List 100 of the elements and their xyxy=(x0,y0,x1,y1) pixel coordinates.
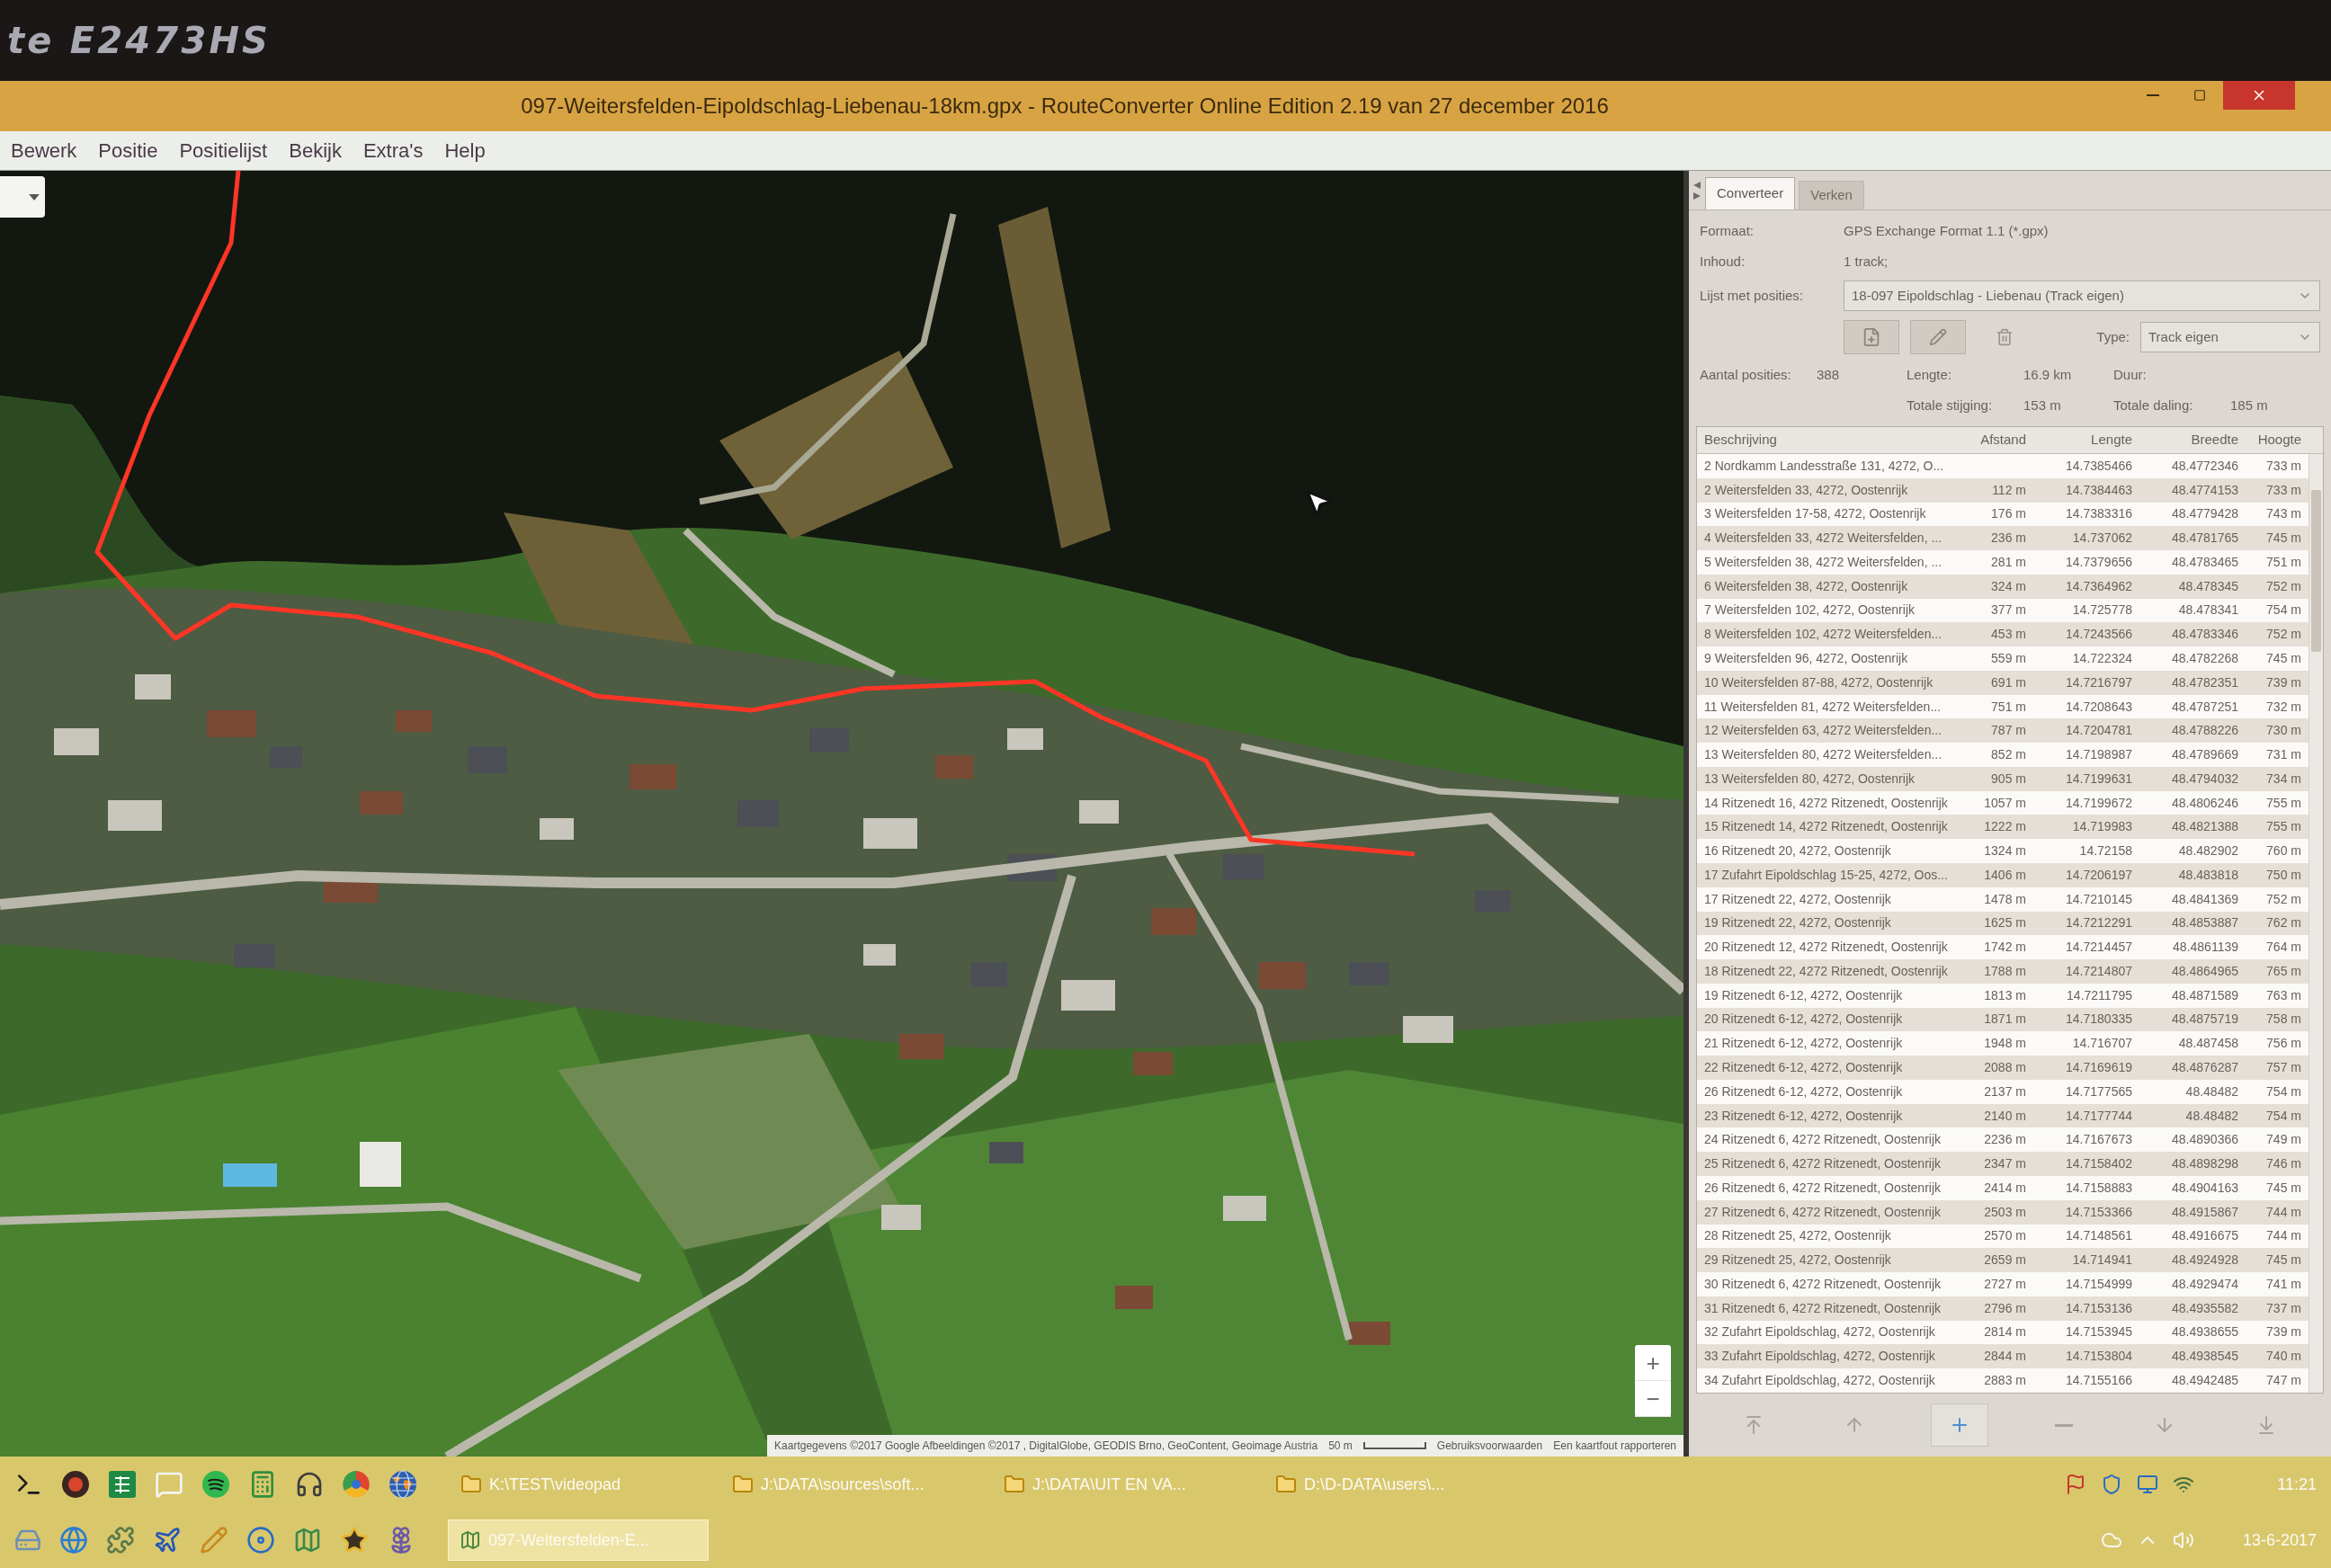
table-row[interactable]: 13 Weitersfelden 80, 4272, Oostenrijk 905 m 14.7199631 48.4794032 734 m xyxy=(1697,766,2309,791)
table-cell-text: 48.4935582 xyxy=(2171,1299,2238,1317)
table-row[interactable]: 25 Ritzenedt 6, 4272 Ritzenedt, Oostenrijk 2347 m 14.7158402 48.4898298 746 m xyxy=(1697,1152,2309,1176)
globe-icon[interactable] xyxy=(388,1470,417,1499)
chat-bubble-icon[interactable] xyxy=(155,1470,183,1499)
table-row[interactable]: 17 Zufahrt Eipoldschlag 15-25, 4272, Oos... 1406 m 14.7206197 48.483818 750 m xyxy=(1697,863,2309,887)
pencil-icon[interactable] xyxy=(200,1526,228,1555)
table-row[interactable]: 29 Ritzenedt 25, 4272, Oostenrijk 2659 m 14.714941 48.4924928 745 m xyxy=(1697,1248,2309,1273)
puzzle-icon[interactable] xyxy=(106,1526,135,1555)
table-cell-text: 2140 m xyxy=(1983,1107,2026,1125)
map-link[interactable]: Een kaartfout rapporteren xyxy=(1553,1438,1676,1454)
table-row[interactable]: 22 Ritzenedt 6-12, 4272, Oostenrijk 2088 m 14.7169619 48.4876287 757 m xyxy=(1697,1056,2309,1080)
table-row[interactable]: 19 Ritzenedt 22, 4272, Oostenrijk 1625 m 14.7212291 48.4853887 762 m xyxy=(1697,911,2309,936)
menu-item[interactable]: Positie xyxy=(87,131,169,170)
table-cell-text: 12 Weitersfelden 63, 4272 Weitersfelden... xyxy=(1704,722,1943,740)
table-cell-text: 17 Ritzenedt 22, 4272, Oostenrijk xyxy=(1704,890,1892,908)
rename-list-button[interactable] xyxy=(1910,320,1966,354)
table-row[interactable]: 31 Ritzenedt 6, 4272 Ritzenedt, Oostenrijk 2796 m 14.7153136 48.4935582 737 m xyxy=(1697,1296,2309,1321)
table-cell-text: 730 m xyxy=(2265,722,2301,740)
table-cell-text: 734 m xyxy=(2265,770,2301,788)
table-cell-text: 5 Weitersfelden 38, 4272 Weitersfelden, ... xyxy=(1704,553,1943,571)
table-cell-text: 559 m xyxy=(1990,650,2026,667)
table-cell-text: 25 Ritzenedt 6, 4272 Ritzenedt, Oostenrijk xyxy=(1704,1155,1942,1173)
column-header[interactable]: Breedte xyxy=(2139,430,2238,450)
table-cell-text: 32 Zufahrt Eipoldschlag, 4272, Oostenrijk xyxy=(1704,1323,1936,1341)
scrollbar-track[interactable] xyxy=(2309,454,2323,1393)
close-button[interactable] xyxy=(2223,81,2295,110)
map-icon[interactable] xyxy=(293,1526,322,1555)
type-dropdown[interactable]: Track eigen xyxy=(2140,322,2320,352)
star-icon[interactable] xyxy=(340,1526,369,1555)
table-cell-text: 787 m xyxy=(1990,722,2026,740)
spreadsheet-icon[interactable] xyxy=(108,1470,137,1499)
menu-item[interactable]: Extra's xyxy=(352,131,434,170)
shield-icon[interactable] xyxy=(2101,1474,2122,1495)
zoom-in-button[interactable]: + xyxy=(1635,1345,1671,1381)
table-cell-text: 17 Zufahrt Eipoldschlag 15-25, 4272, Oos... xyxy=(1704,866,1949,884)
table-row[interactable]: 8 Weitersfelden 102, 4272 Weitersfelden... 453 m 14.7243566 48.4783346 752 m xyxy=(1697,622,2309,647)
table-row[interactable]: 10 Weitersfelden 87-88, 4272, Oostenrijk 691 m 14.7216797 48.4782351 739 m xyxy=(1697,670,2309,695)
sound-waves-icon[interactable] xyxy=(201,1470,230,1499)
menu-item[interactable]: Bekijk xyxy=(278,131,353,170)
column-header[interactable]: Afstand xyxy=(1956,430,2026,450)
map-type-dropdown[interactable] xyxy=(0,176,45,218)
folder-icon xyxy=(732,1474,754,1495)
map-attribution: Kaartgegevens ©2017 Google Afbeeldingen ©2017 , DigitalGlobe, GEODIS Brno, GeoContent, Geoimage Austria xyxy=(774,1439,1318,1454)
table-row[interactable]: 15 Ritzenedt 14, 4272 Ritzenedt, Oostenrijk 1222 m 14.719983 48.4821388 755 m xyxy=(1697,815,2309,840)
column-header[interactable]: Lengte xyxy=(2033,430,2132,450)
table-row[interactable]: 18 Ritzenedt 22, 4272 Ritzenedt, Oostenrijk 1788 m 14.7214807 48.4864965 765 m xyxy=(1697,959,2309,984)
table-cell-text: 691 m xyxy=(1990,673,2026,691)
folder-icon xyxy=(460,1474,482,1495)
scale-bar-icon xyxy=(1362,1442,1426,1449)
menu-item[interactable]: Help xyxy=(433,131,496,170)
table-cell-text: 14.7385466 xyxy=(2065,457,2132,475)
table-cell-text: 14.7180335 xyxy=(2065,1011,2132,1029)
table-row[interactable]: 6 Weitersfelden 38, 4272, Oostenrijk 324 m 14.7364962 48.478345 752 m xyxy=(1697,574,2309,599)
speaker-icon[interactable] xyxy=(2173,1529,2194,1551)
table-cell-text: 752 m xyxy=(2265,626,2301,644)
map-link[interactable]: Gebruiksvoorwaarden xyxy=(1436,1438,1543,1454)
stat-value: 388 xyxy=(1817,365,1841,384)
table-row[interactable]: 4 Weitersfelden 33, 4272 Weitersfelden, ... 236 m 14.737062 48.4781765 745 m xyxy=(1697,526,2309,551)
table-cell-text: 739 m xyxy=(2265,673,2301,691)
table-row[interactable]: 27 Ritzenedt 6, 4272 Ritzenedt, Oostenrijk 2503 m 14.7153366 48.4915867 744 m xyxy=(1697,1199,2309,1225)
position-list-dropdown[interactable]: 18-097 Eipoldschlag - Liebenau (Track eigen) xyxy=(1844,281,2320,311)
menu-item[interactable]: Bewerk xyxy=(0,131,88,170)
add-position-button[interactable] xyxy=(1930,1403,1988,1447)
splitter-arrows-icon[interactable] xyxy=(1692,181,1701,200)
table-cell-text: 48.4794032 xyxy=(2171,770,2238,788)
airplane-icon[interactable] xyxy=(153,1526,182,1555)
column-header[interactable]: Hoogte xyxy=(2246,430,2301,450)
table-cell-text: 30 Ritzenedt 6, 4272 Ritzenedt, Oostenrijk xyxy=(1704,1275,1942,1293)
panel-tab[interactable]: Verken xyxy=(1799,181,1864,209)
record-icon[interactable] xyxy=(61,1470,90,1499)
table-row[interactable]: 12 Weitersfelden 63, 4272 Weitersfelden... 787 m 14.7204781 48.4788226 730 m xyxy=(1697,718,2309,744)
disc-icon[interactable] xyxy=(246,1526,275,1555)
table-row[interactable]: 20 Ritzenedt 6-12, 4272, Oostenrijk 1871 m 14.7180335 48.4875719 758 m xyxy=(1697,1007,2309,1032)
table-cell-text: 48.4861139 xyxy=(2172,939,2238,957)
zoom-out-button[interactable]: − xyxy=(1635,1381,1671,1417)
scrollbar-thumb[interactable] xyxy=(2311,490,2321,652)
panel-tab[interactable]: Converteer xyxy=(1705,177,1796,209)
table-cell-text: 48.4841369 xyxy=(2171,890,2238,908)
table-row[interactable]: 2 Weitersfelden 33, 4272, Oostenrijk 112 m 14.7384463 48.4774153 733 m xyxy=(1697,477,2309,503)
table-row[interactable]: 23 Ritzenedt 6-12, 4272, Oostenrijk 2140 m 14.7177744 48.48482 754 m xyxy=(1697,1103,2309,1128)
column-header[interactable]: Beschrijving xyxy=(1704,430,1949,450)
table-cell-text: 14.7199631 xyxy=(2065,770,2132,788)
new-list-button[interactable] xyxy=(1844,320,1899,354)
globe-icon[interactable] xyxy=(59,1526,88,1555)
table-cell-text: 48.4787251 xyxy=(2171,698,2238,716)
table-cell-text: 14.719983 xyxy=(2071,818,2132,836)
monitor-icon[interactable] xyxy=(2137,1474,2158,1495)
stat-value: 153 m xyxy=(2023,396,2062,414)
table-cell-text: 2 Nordkamm Landesstraße 131, 4272, O... xyxy=(1704,457,1945,475)
scale-label: 50 m xyxy=(1328,1439,1353,1454)
table-cell-text: 9 Weitersfelden 96, 4272, Oostenrijk xyxy=(1704,650,1909,667)
headphones-icon[interactable] xyxy=(295,1470,324,1499)
table-row[interactable]: 33 Zufahrt Eipoldschlag, 4272, Oostenrijk 2844 m 14.7153804 48.4938545 740 m xyxy=(1697,1344,2309,1369)
pinwheel-icon[interactable] xyxy=(342,1470,371,1499)
flag-icon[interactable] xyxy=(2065,1474,2086,1495)
table-cell-text: 48.4916675 xyxy=(2171,1227,2238,1245)
table-cell-text: 2659 m xyxy=(1983,1252,2026,1270)
menu-item[interactable]: Positielijst xyxy=(168,131,279,170)
map-icon xyxy=(460,1529,481,1551)
